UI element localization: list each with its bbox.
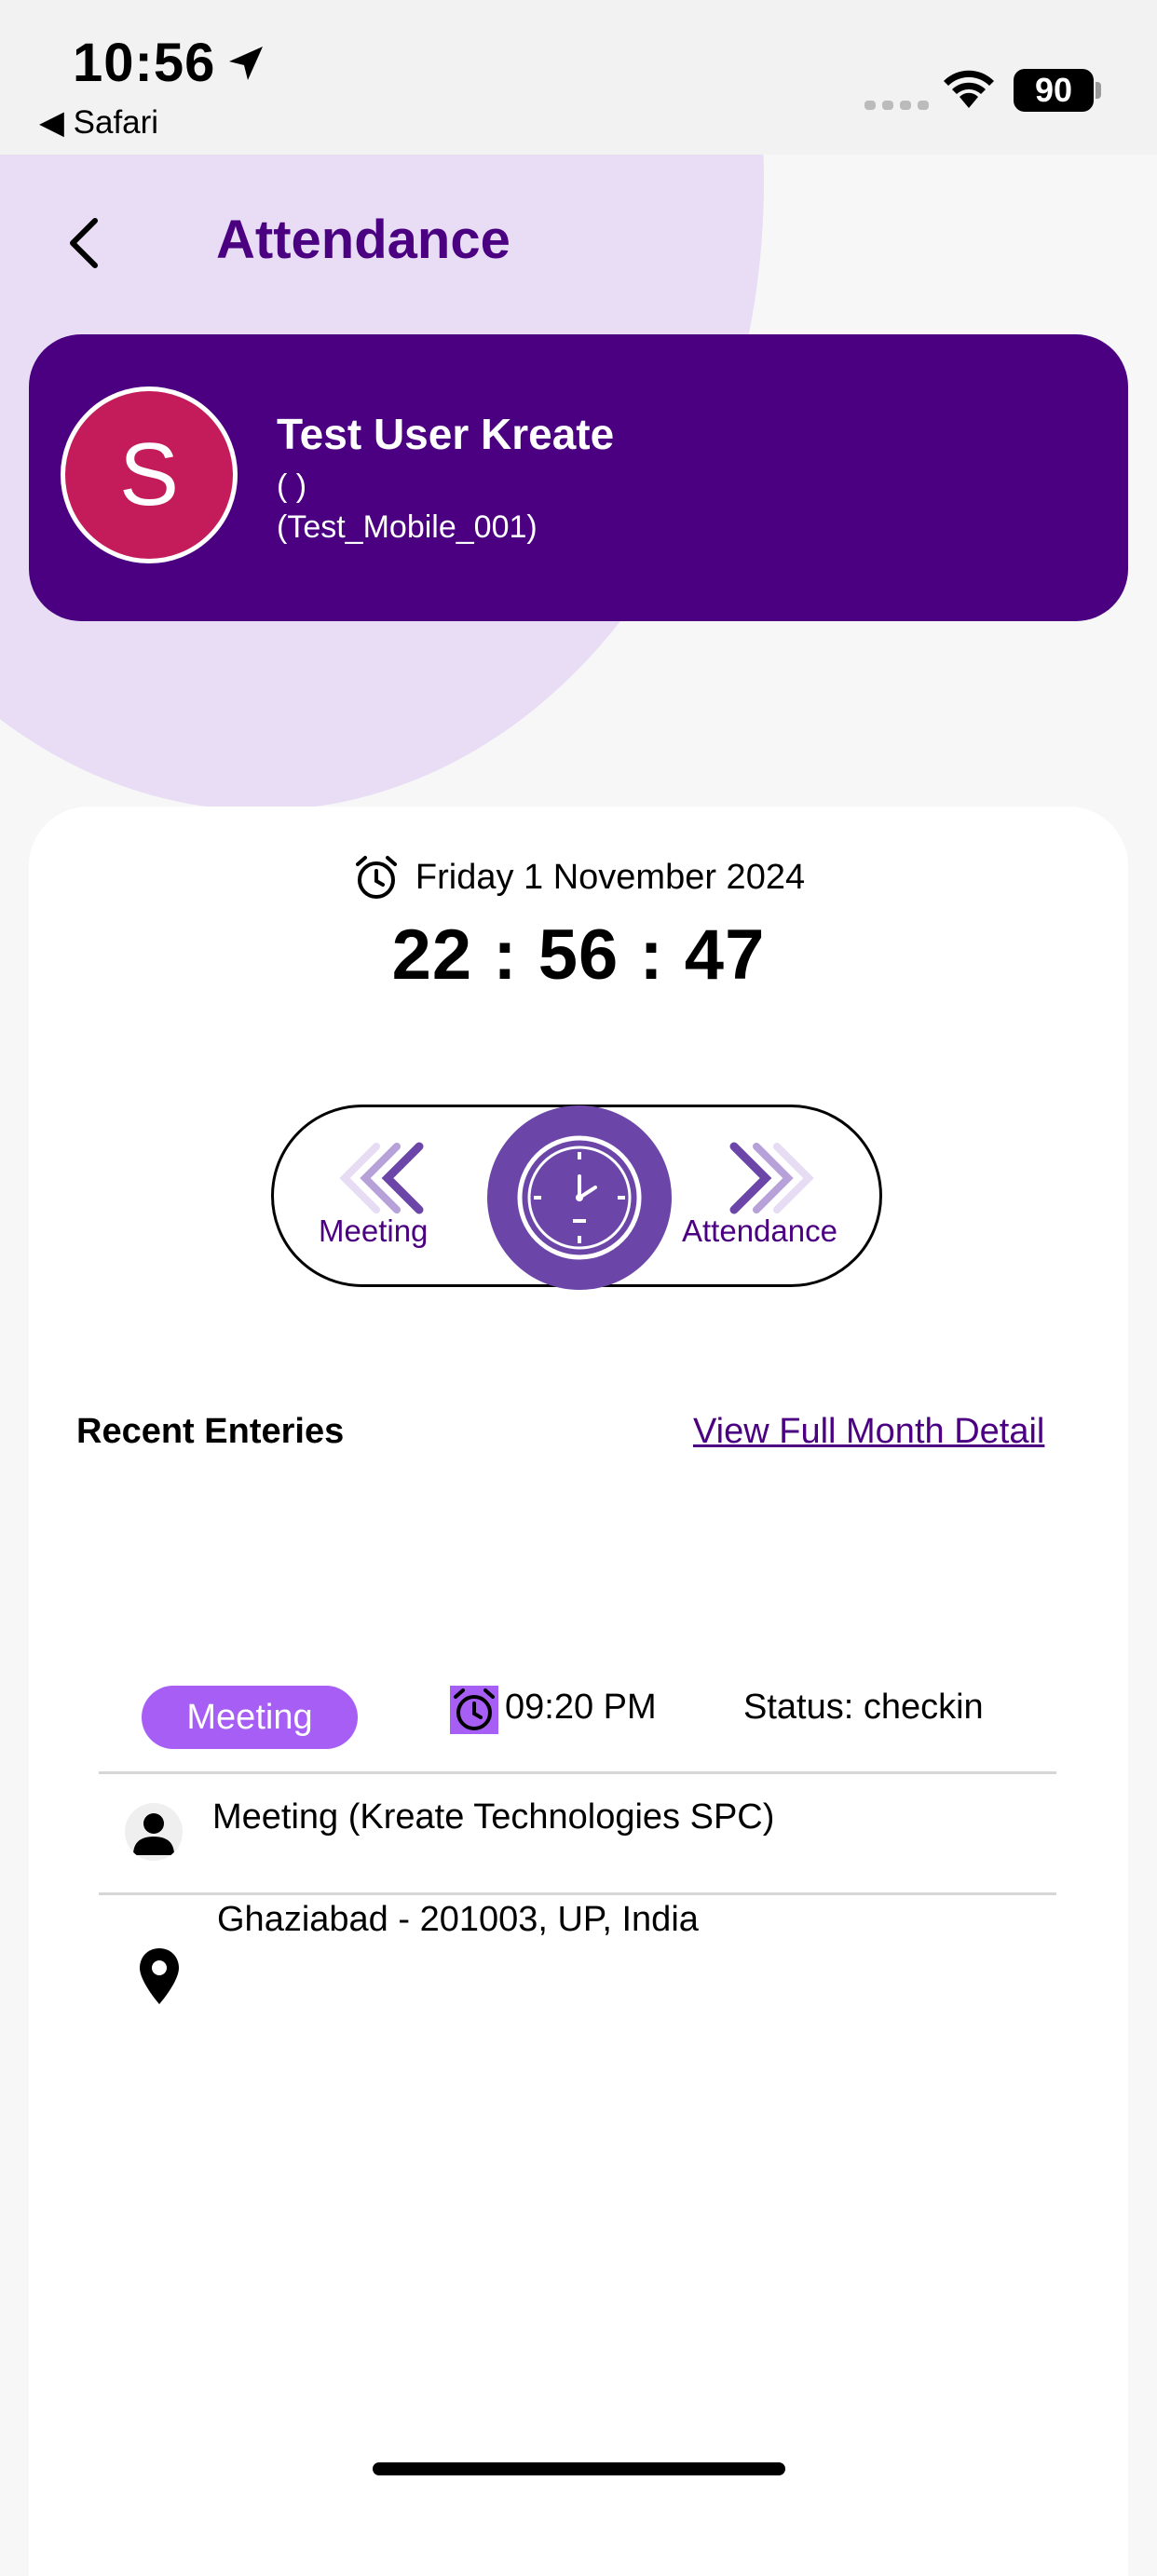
date-row: Friday 1 November 2024 [29, 853, 1128, 902]
chevron-left-icon [70, 218, 98, 268]
divider [99, 1892, 1056, 1895]
alarm-clock-icon [450, 1686, 498, 1734]
current-time: 22 : 56 : 47 [391, 915, 766, 995]
location-pin-icon [140, 1948, 179, 2004]
status-bar: 10:56 ◀ Safari 90 [0, 0, 1157, 155]
alarm-clock-icon [355, 856, 397, 899]
entry-description: Meeting (Kreate Technologies SPC) [212, 1797, 775, 1837]
wifi-icon [944, 70, 994, 108]
entry-time: 09:20 PM [505, 1688, 657, 1727]
person-icon [125, 1803, 183, 1861]
entry-location: Ghaziabad - 201003, UP, India [217, 1900, 699, 1939]
home-indicator[interactable] [373, 2462, 785, 2475]
entry-type-badge: Meeting [142, 1686, 358, 1749]
swipe-knob[interactable] [487, 1105, 672, 1290]
profile-card: S Test User Kreate ( ) (Test_Mobile_001) [29, 334, 1128, 621]
back-button[interactable] [56, 210, 112, 276]
battery-icon: 90 [1014, 69, 1094, 112]
location-arrow-icon [229, 47, 263, 80]
swipe-control[interactable]: Meeting Attendance [271, 1105, 882, 1290]
clock-icon [517, 1135, 642, 1260]
entry-status: Status: checkin [743, 1688, 984, 1727]
signal-icon [864, 101, 929, 110]
user-name: Test User Kreate [277, 410, 615, 458]
current-date: Friday 1 November 2024 [415, 857, 806, 897]
battery-tip [1096, 82, 1101, 99]
view-full-month-link[interactable]: View Full Month Detail [693, 1412, 1044, 1452]
attendance-panel: Friday 1 November 2024 22 : 56 : 47 Meet… [29, 807, 1128, 2576]
status-time: 10:56 [73, 33, 216, 93]
divider [99, 1771, 1056, 1774]
user-id: (Test_Mobile_001) [277, 509, 538, 545]
back-to-safari-link[interactable]: ◀ Safari [39, 104, 158, 142]
double-chevron-right-icon [729, 1142, 814, 1214]
user-subtitle: ( ) [277, 468, 307, 504]
avatar: S [61, 386, 238, 563]
page-title: Attendance [216, 210, 510, 270]
meeting-swipe-label[interactable]: Meeting [319, 1213, 428, 1249]
attendance-swipe-label[interactable]: Attendance [682, 1213, 837, 1249]
recent-entries-title: Recent Enteries [76, 1412, 345, 1451]
double-chevron-left-icon [339, 1142, 424, 1214]
